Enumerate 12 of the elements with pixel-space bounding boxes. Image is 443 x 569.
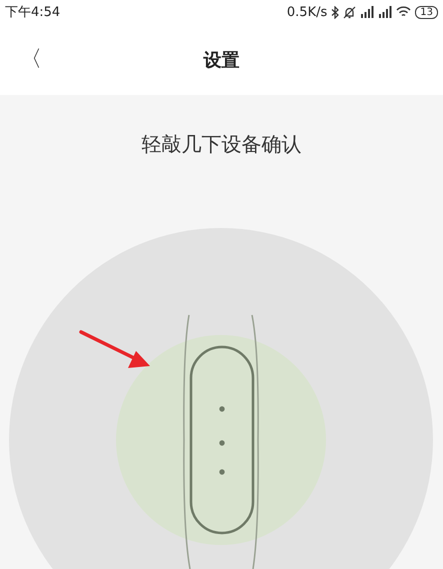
page-title: 设置: [204, 48, 240, 72]
status-time: 下午4:54: [5, 4, 60, 21]
battery-indicator: 13: [415, 6, 438, 18]
signal-icon: [378, 6, 392, 18]
back-button[interactable]: 〈: [20, 44, 42, 74]
wifi-icon: [396, 6, 412, 18]
instruction-text: 轻敲几下设备确认: [142, 131, 302, 157]
arrow-icon: [79, 330, 150, 368]
bell-off-icon: [343, 6, 356, 18]
bluetooth-icon: [331, 6, 340, 18]
signal-icon: [360, 6, 374, 18]
network-speed: 0.5K/s: [286, 4, 328, 20]
